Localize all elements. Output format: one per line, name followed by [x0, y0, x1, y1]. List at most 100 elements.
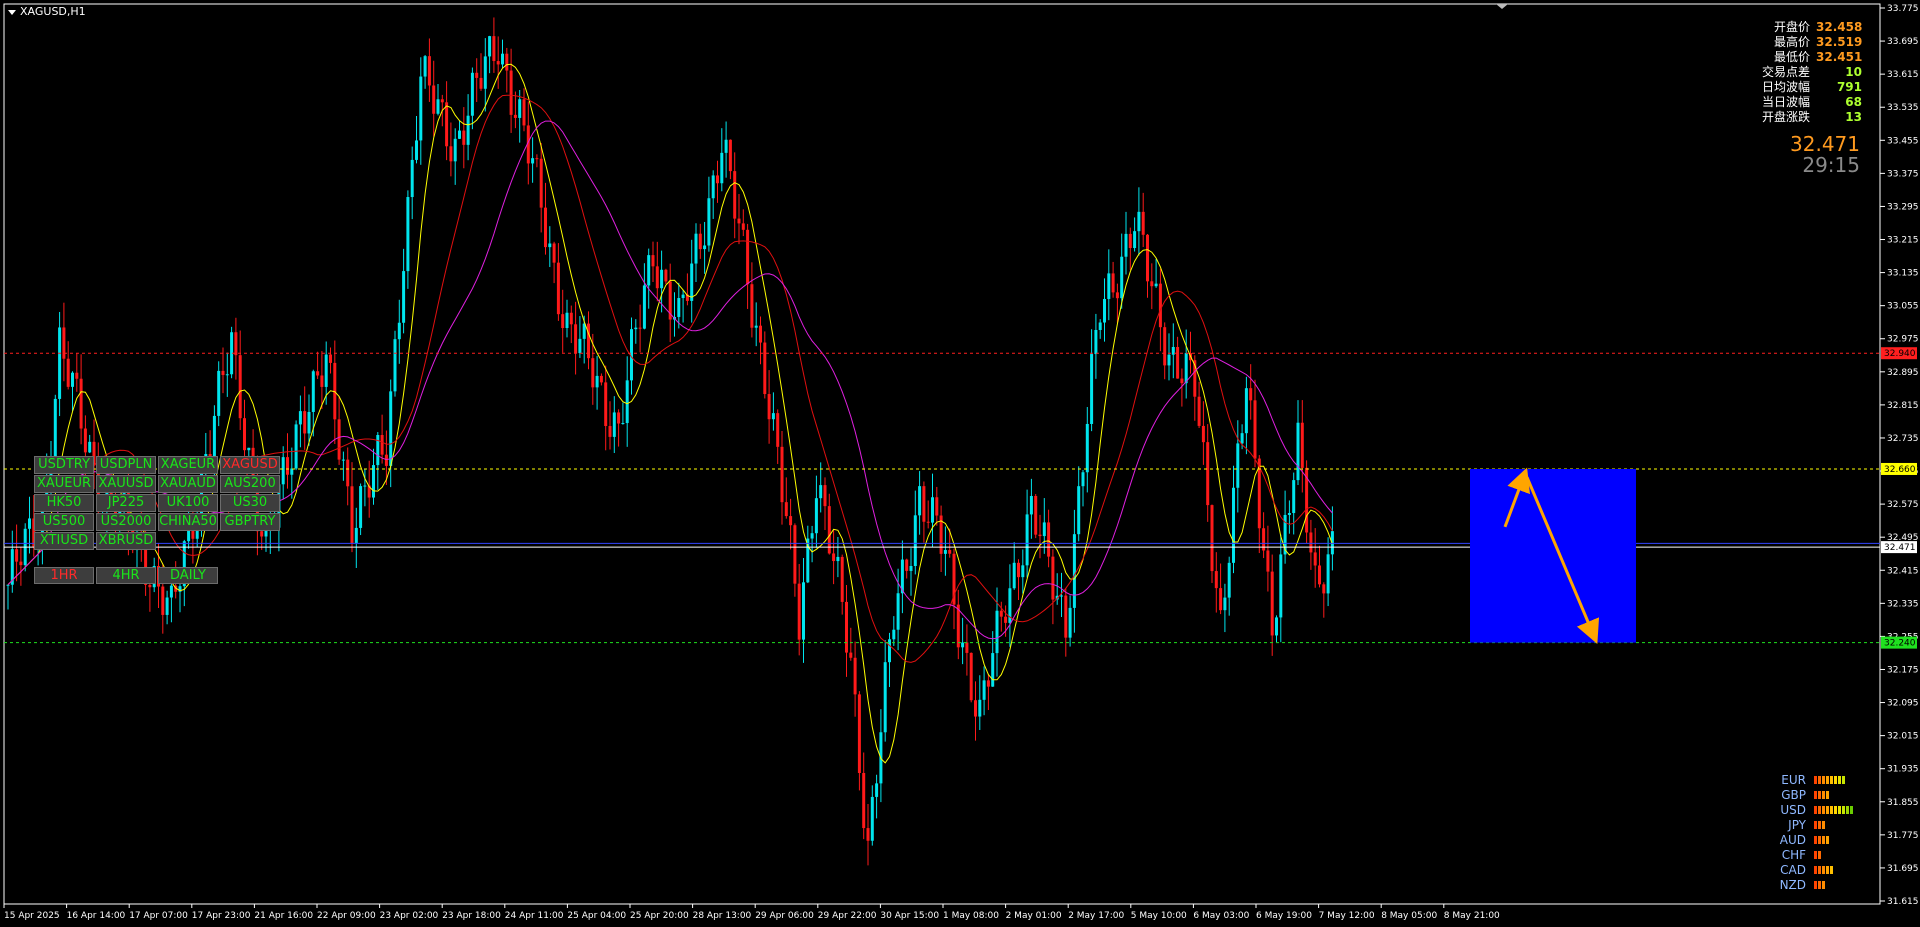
- candle: [1249, 364, 1253, 420]
- timeframe-button-1hr[interactable]: 1HR: [34, 567, 94, 584]
- strength-bar: [1822, 775, 1825, 784]
- strength-bars: [1814, 820, 1825, 829]
- candle: [1318, 545, 1321, 588]
- candle: [290, 447, 294, 499]
- symbol-button-china50[interactable]: CHINA50: [158, 513, 218, 531]
- strength-bar: [1846, 805, 1849, 814]
- candle: [1283, 490, 1287, 564]
- candle: [845, 585, 848, 677]
- candle: [449, 122, 453, 177]
- stat-label: 当日波幅: [1761, 95, 1810, 109]
- candle: [819, 462, 823, 513]
- candle: [19, 547, 23, 586]
- symbol-button-xageur[interactable]: XAGEUR: [158, 456, 218, 474]
- strength-bar: [1814, 835, 1817, 844]
- price-axis: 33.775 33.695 33.615 33.535 33.455 33.375 33.2…: [1880, 4, 1919, 907]
- candle: [814, 475, 818, 548]
- symbol-button-hk50[interactable]: HK50: [34, 494, 94, 512]
- candle: [1107, 249, 1111, 321]
- symbol-button-us30[interactable]: US30: [220, 494, 280, 512]
- symbol-title: XAGUSD,H1: [20, 5, 86, 18]
- candle: [621, 402, 625, 425]
- candle: [432, 60, 436, 137]
- candle: [784, 477, 788, 519]
- price-chart[interactable]: 33.775 33.695 33.615 33.535 33.455 33.375 33.2…: [0, 0, 1920, 927]
- strength-bars: [1814, 835, 1829, 844]
- timeframe-button-daily[interactable]: DAILY: [158, 567, 218, 584]
- dropdown-arrow-icon[interactable]: [8, 9, 16, 15]
- symbol-button-xauaud[interactable]: XAUAUD: [158, 475, 218, 493]
- strength-bars: [1814, 880, 1825, 889]
- strength-bar: [1822, 865, 1825, 874]
- time-tick-label: 23 Apr 02:00: [380, 911, 439, 921]
- price-tick-label: 32.175: [1887, 665, 1919, 675]
- candle: [380, 414, 384, 464]
- candle: [763, 331, 767, 399]
- symbol-button-us2000[interactable]: US2000: [96, 513, 156, 531]
- strength-bar: [1838, 775, 1841, 784]
- stat-label: 最低价: [1773, 50, 1810, 64]
- strength-bar: [1842, 805, 1845, 814]
- candle: [350, 462, 354, 553]
- symbol-button-xbrusd[interactable]: XBRUSD: [96, 532, 156, 550]
- price-tick-label: 33.295: [1887, 202, 1919, 212]
- symbol-button-gbptry[interactable]: GBPTRY: [220, 513, 280, 531]
- symbol-button-uk100[interactable]: UK100: [158, 494, 218, 512]
- candle: [410, 146, 414, 220]
- candle: [1094, 313, 1098, 379]
- currency-label: USD: [1780, 802, 1806, 817]
- price-tick-label: 32.415: [1887, 566, 1919, 576]
- strength-bar: [1826, 775, 1829, 784]
- ma-slow-line: [7, 120, 1333, 640]
- candle: [1262, 512, 1266, 559]
- candle: [1167, 333, 1171, 381]
- symbol-button-usdpln[interactable]: USDPLN: [96, 456, 156, 474]
- candle: [651, 241, 655, 283]
- candle: [931, 473, 934, 548]
- candle: [470, 67, 474, 130]
- candle: [888, 632, 891, 687]
- candle: [750, 262, 754, 338]
- candle: [1154, 258, 1158, 288]
- candle: [492, 17, 496, 73]
- stat-value: 32.451: [1816, 50, 1863, 64]
- stat-value: 791: [1836, 80, 1862, 94]
- candle: [1270, 554, 1274, 656]
- time-tick-label: 23 Apr 18:00: [442, 911, 501, 921]
- candle: [728, 139, 732, 180]
- candle: [883, 640, 887, 742]
- candle: [978, 675, 982, 730]
- candle: [1253, 379, 1257, 468]
- time-tick-label: 17 Apr 23:00: [192, 911, 251, 921]
- strength-bar: [1822, 790, 1825, 799]
- symbol-button-jp225[interactable]: JP225: [96, 494, 156, 512]
- strength-bar: [1826, 790, 1829, 799]
- candle: [711, 170, 715, 219]
- candle: [544, 182, 547, 255]
- strength-row: CHF: [1776, 847, 1853, 862]
- strength-bar: [1822, 805, 1825, 814]
- candle: [341, 451, 345, 481]
- target-zone-box[interactable]: [1470, 468, 1636, 643]
- strength-row: GBP: [1776, 787, 1853, 802]
- symbol-button-xagusd[interactable]: XAGUSD: [220, 456, 280, 474]
- candle: [797, 564, 801, 656]
- scroll-marker-icon[interactable]: [1496, 4, 1508, 9]
- price-tick-label: 32.815: [1887, 401, 1919, 411]
- candle: [754, 302, 758, 347]
- symbol-button-xtiusd[interactable]: XTIUSD: [34, 532, 94, 550]
- timeframe-button-4hr[interactable]: 4HR: [96, 567, 156, 584]
- candle: [518, 89, 522, 143]
- time-tick-label: 5 May 10:00: [1131, 911, 1187, 921]
- symbol-button-usdtry[interactable]: USDTRY: [34, 456, 94, 474]
- candle: [900, 540, 904, 614]
- price-tick-label: 33.615: [1887, 70, 1919, 80]
- symbol-button-aus200[interactable]: AUS200: [220, 475, 280, 493]
- candle: [1098, 319, 1102, 339]
- symbol-button-xauusd[interactable]: XAUUSD: [96, 475, 156, 493]
- symbol-button-us500[interactable]: US500: [34, 513, 94, 531]
- strength-bar: [1818, 775, 1821, 784]
- symbol-button-xaueur[interactable]: XAUEUR: [34, 475, 94, 493]
- candle: [965, 624, 969, 676]
- candle: [634, 319, 638, 344]
